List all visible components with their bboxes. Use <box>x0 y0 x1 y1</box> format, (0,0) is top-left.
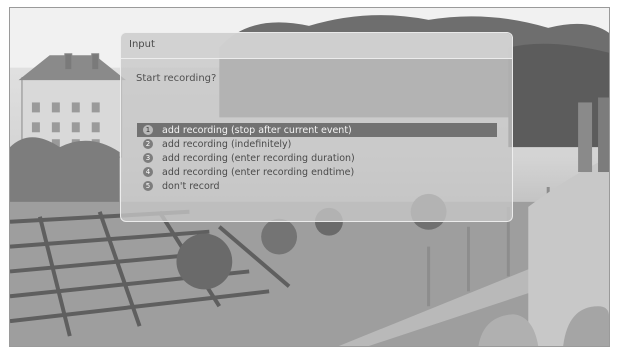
option-label: add recording (enter recording duration) <box>162 152 355 164</box>
option-enter-recording-endtime[interactable]: 4 add recording (enter recording endtime… <box>137 165 497 179</box>
option-label: add recording (indefinitely) <box>162 138 292 150</box>
option-label: don't record <box>162 180 220 192</box>
number-3-icon: 3 <box>143 153 153 163</box>
dialog-title-bar: Input <box>121 33 512 59</box>
number-2-icon: 2 <box>143 139 153 149</box>
options-list: 1 add recording (stop after current even… <box>137 123 507 193</box>
option-stop-after-current-event[interactable]: 1 add recording (stop after current even… <box>137 123 497 137</box>
option-label: add recording (enter recording endtime) <box>162 166 355 178</box>
dialog-title: Input <box>129 39 155 50</box>
option-dont-record[interactable]: 5 don't record <box>137 179 497 193</box>
input-dialog: Input Start recording? 1 add recording (… <box>120 32 513 222</box>
option-label: add recording (stop after current event) <box>162 124 352 136</box>
number-5-icon: 5 <box>143 181 153 191</box>
option-indefinitely[interactable]: 2 add recording (indefinitely) <box>137 137 497 151</box>
dialog-prompt: Start recording? <box>136 73 217 84</box>
option-enter-recording-duration[interactable]: 3 add recording (enter recording duratio… <box>137 151 497 165</box>
tv-screen: Input Start recording? 1 add recording (… <box>9 7 610 347</box>
number-1-icon: 1 <box>143 125 153 135</box>
number-4-icon: 4 <box>143 167 153 177</box>
